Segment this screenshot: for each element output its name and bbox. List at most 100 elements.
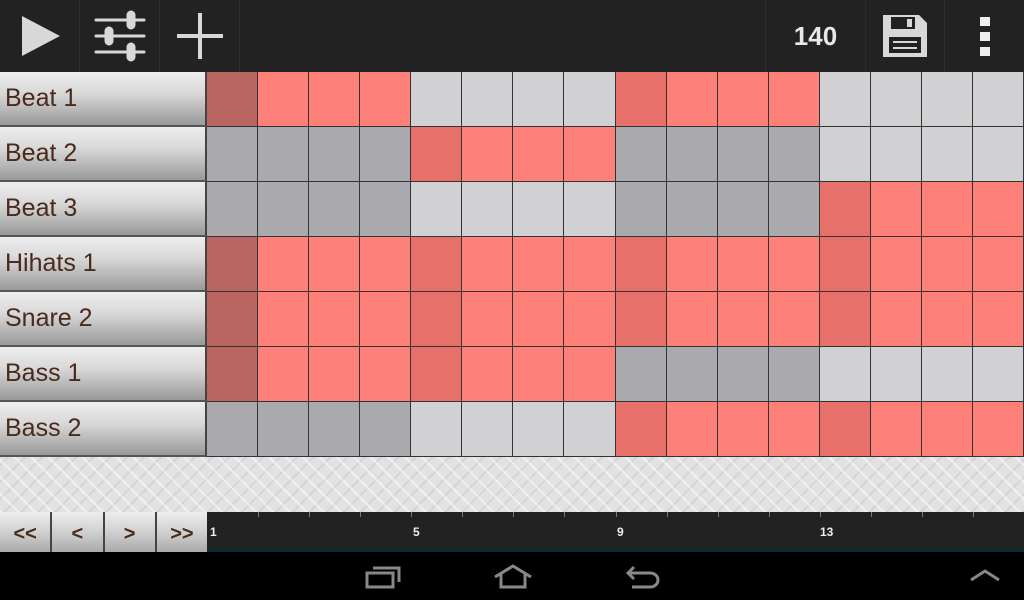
step-cell[interactable]: [513, 72, 564, 127]
step-cell[interactable]: [360, 347, 411, 402]
step-cell[interactable]: [820, 292, 871, 347]
step-cell[interactable]: [922, 292, 973, 347]
step-cell[interactable]: [616, 402, 667, 457]
step-cell[interactable]: [207, 72, 258, 127]
play-button[interactable]: [0, 0, 80, 72]
step-cell[interactable]: [667, 402, 718, 457]
step-cell[interactable]: [411, 402, 462, 457]
step-cell[interactable]: [360, 182, 411, 237]
step-cell[interactable]: [820, 72, 871, 127]
step-cell[interactable]: [258, 72, 309, 127]
step-cell[interactable]: [616, 237, 667, 292]
step-cell[interactable]: [462, 72, 513, 127]
step-cell[interactable]: [258, 292, 309, 347]
back-icon[interactable]: [624, 563, 662, 591]
step-cell[interactable]: [309, 127, 360, 182]
step-cell[interactable]: [616, 347, 667, 402]
track-label-beat-3[interactable]: Beat 3: [0, 182, 207, 237]
step-cell[interactable]: [667, 292, 718, 347]
step-cell[interactable]: [411, 292, 462, 347]
save-button[interactable]: [865, 0, 945, 72]
overflow-menu-button[interactable]: [945, 0, 1024, 72]
step-cell[interactable]: [309, 347, 360, 402]
step-cell[interactable]: [513, 292, 564, 347]
step-cell[interactable]: [564, 72, 616, 127]
step-cell[interactable]: [667, 127, 718, 182]
step-cell[interactable]: [462, 127, 513, 182]
step-cell[interactable]: [411, 182, 462, 237]
track-label-bass-1[interactable]: Bass 1: [0, 347, 207, 402]
step-cell[interactable]: [513, 402, 564, 457]
step-cell[interactable]: [769, 237, 820, 292]
step-cell[interactable]: [411, 237, 462, 292]
step-cell[interactable]: [258, 127, 309, 182]
step-cell[interactable]: [258, 237, 309, 292]
step-cell[interactable]: [411, 347, 462, 402]
step-cell[interactable]: [207, 402, 258, 457]
step-cell[interactable]: [973, 347, 1024, 402]
step-cell[interactable]: [973, 237, 1024, 292]
step-cell[interactable]: [871, 402, 922, 457]
step-cell[interactable]: [258, 182, 309, 237]
mixer-button[interactable]: [80, 0, 160, 72]
step-cell[interactable]: [564, 127, 616, 182]
step-cell[interactable]: [309, 402, 360, 457]
step-cell[interactable]: [207, 237, 258, 292]
track-label-snare-2[interactable]: Snare 2: [0, 292, 207, 347]
next-page-button[interactable]: >: [104, 512, 157, 552]
track-label-hihats-1[interactable]: Hihats 1: [0, 237, 207, 292]
last-page-button[interactable]: >>: [156, 512, 207, 552]
step-cell[interactable]: [667, 237, 718, 292]
step-cell[interactable]: [360, 237, 411, 292]
step-cell[interactable]: [667, 182, 718, 237]
step-cell[interactable]: [922, 72, 973, 127]
step-cell[interactable]: [718, 292, 769, 347]
step-cell[interactable]: [564, 402, 616, 457]
track-label-beat-1[interactable]: Beat 1: [0, 72, 207, 127]
recent-apps-icon[interactable]: [364, 563, 402, 591]
step-cell[interactable]: [973, 292, 1024, 347]
track-label-beat-2[interactable]: Beat 2: [0, 127, 207, 182]
step-cell[interactable]: [616, 127, 667, 182]
step-cell[interactable]: [411, 72, 462, 127]
step-cell[interactable]: [769, 292, 820, 347]
step-cell[interactable]: [207, 182, 258, 237]
step-cell[interactable]: [922, 347, 973, 402]
step-cell[interactable]: [360, 127, 411, 182]
step-cell[interactable]: [820, 182, 871, 237]
step-cell[interactable]: [513, 127, 564, 182]
step-cell[interactable]: [973, 402, 1024, 457]
step-cell[interactable]: [820, 237, 871, 292]
prev-page-button[interactable]: <: [52, 512, 105, 552]
step-cell[interactable]: [871, 237, 922, 292]
step-cell[interactable]: [207, 292, 258, 347]
step-cell[interactable]: [718, 402, 769, 457]
step-cell[interactable]: [973, 72, 1024, 127]
step-cell[interactable]: [718, 182, 769, 237]
step-cell[interactable]: [871, 127, 922, 182]
step-cell[interactable]: [769, 402, 820, 457]
step-cell[interactable]: [871, 292, 922, 347]
step-cell[interactable]: [513, 182, 564, 237]
step-cell[interactable]: [718, 237, 769, 292]
step-cell[interactable]: [718, 347, 769, 402]
step-cell[interactable]: [564, 292, 616, 347]
step-cell[interactable]: [309, 237, 360, 292]
step-cell[interactable]: [462, 347, 513, 402]
step-cell[interactable]: [462, 237, 513, 292]
step-cell[interactable]: [513, 347, 564, 402]
step-cell[interactable]: [871, 182, 922, 237]
step-cell[interactable]: [360, 292, 411, 347]
first-page-button[interactable]: <<: [0, 512, 53, 552]
step-cell[interactable]: [922, 127, 973, 182]
step-cell[interactable]: [616, 182, 667, 237]
step-cell[interactable]: [309, 292, 360, 347]
step-cell[interactable]: [871, 72, 922, 127]
step-cell[interactable]: [769, 182, 820, 237]
step-cell[interactable]: [360, 72, 411, 127]
step-cell[interactable]: [564, 182, 616, 237]
step-cell[interactable]: [207, 127, 258, 182]
step-cell[interactable]: [769, 347, 820, 402]
step-cell[interactable]: [462, 182, 513, 237]
step-cell[interactable]: [564, 237, 616, 292]
